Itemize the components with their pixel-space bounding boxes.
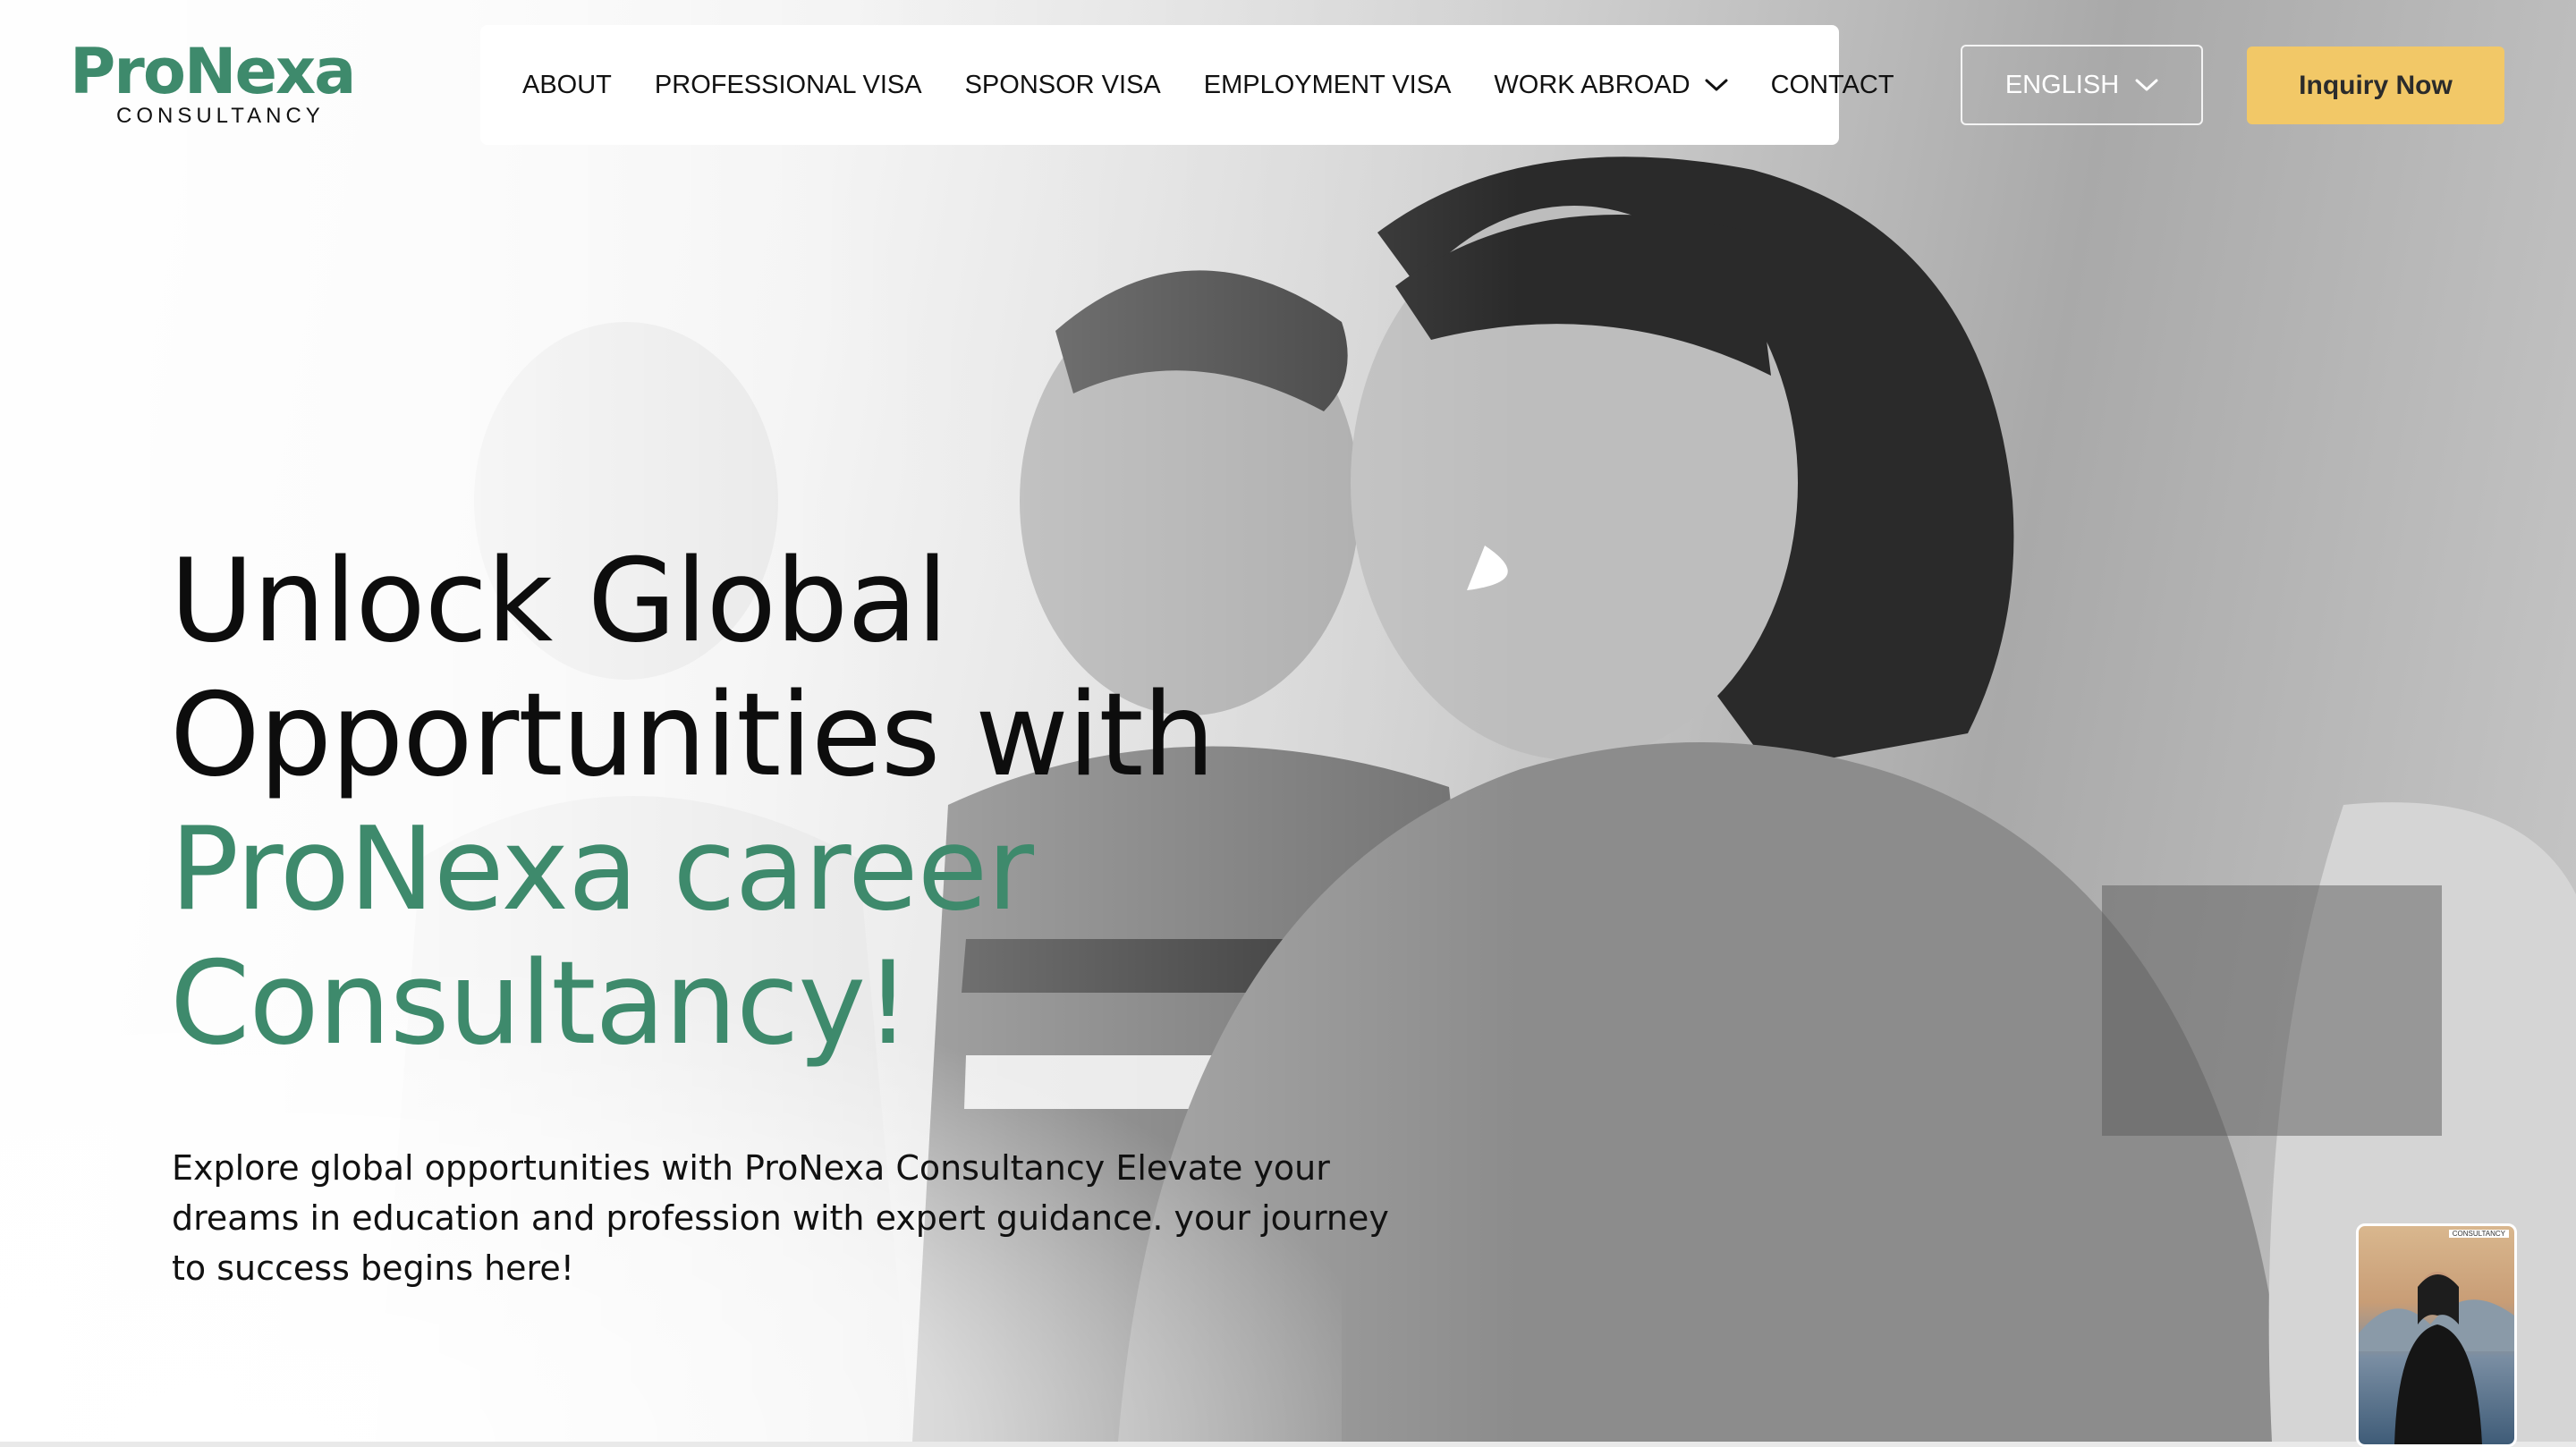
inquiry-button-label: Inquiry Now bbox=[2299, 70, 2453, 100]
main-nav: ABOUT PROFESSIONAL VISA SPONSOR VISA EMP… bbox=[480, 25, 1894, 145]
chevron-down-icon bbox=[1705, 79, 1728, 91]
floating-video-widget[interactable]: CONSULTANCY bbox=[2356, 1223, 2517, 1447]
logo-wordmark: ProNexa bbox=[70, 35, 356, 108]
nav-item-label: SPONSOR VISA bbox=[964, 70, 1161, 99]
nav-item-contact[interactable]: CONTACT bbox=[1771, 71, 1894, 100]
nav-item-label: PROFESSIONAL VISA bbox=[654, 70, 922, 99]
inquiry-now-button[interactable]: Inquiry Now bbox=[2247, 47, 2504, 124]
brand-logo[interactable]: ProNexa CONSULTANCY bbox=[70, 39, 365, 129]
headline-accent-1: ProNexa career bbox=[170, 803, 1034, 936]
nav-item-label: ABOUT bbox=[522, 70, 612, 99]
hero-headline: Unlock Global Opportunities with ProNexa… bbox=[170, 535, 1422, 1071]
nav-item-label: EMPLOYMENT VISA bbox=[1203, 70, 1452, 99]
nav-item-sponsor-visa[interactable]: SPONSOR VISA bbox=[965, 71, 1161, 100]
nav-item-professional-visa[interactable]: PROFESSIONAL VISA bbox=[655, 71, 922, 100]
language-label: ENGLISH bbox=[2004, 70, 2120, 99]
headline-accent-2: Consultancy! bbox=[170, 937, 911, 1070]
nav-item-label: WORK ABROAD bbox=[1494, 70, 1690, 99]
video-thumbnail-image bbox=[2359, 1272, 2514, 1444]
language-selector[interactable]: ENGLISH bbox=[1961, 45, 2203, 125]
headline-line-2: Opportunities with bbox=[170, 669, 1216, 802]
headline-line-1: Unlock Global bbox=[170, 535, 948, 668]
nav-item-label: CONTACT bbox=[1770, 70, 1894, 99]
hero-description: Explore global opportunities with ProNex… bbox=[172, 1148, 1389, 1288]
nav-item-employment-visa[interactable]: EMPLOYMENT VISA bbox=[1204, 71, 1452, 100]
video-widget-label: CONSULTANCY bbox=[2448, 1230, 2509, 1238]
chevron-down-icon bbox=[2135, 79, 2158, 91]
nav-item-about[interactable]: ABOUT bbox=[522, 71, 612, 100]
nav-item-work-abroad[interactable]: WORK ABROAD bbox=[1494, 70, 1728, 100]
